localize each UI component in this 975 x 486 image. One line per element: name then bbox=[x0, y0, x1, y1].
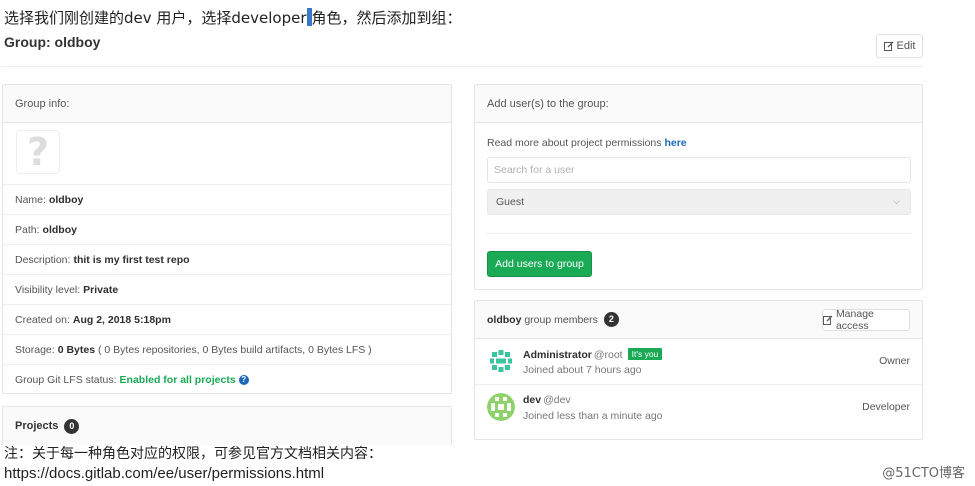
member-row: Administrator @root It's you Joined about … bbox=[475, 339, 922, 385]
projects-heading: Projects 0 bbox=[3, 407, 451, 445]
visibility-value: Private bbox=[83, 283, 119, 296]
permissions-doc-url[interactable]: https://docs.gitlab.com/ee/user/permissi… bbox=[4, 465, 324, 482]
storage-label: Storage: bbox=[15, 343, 55, 356]
path-label: Path: bbox=[15, 223, 40, 236]
page-title: Group: oldboy bbox=[4, 34, 101, 50]
info-row-lfs: Group Git LFS status: Enabled for all pro… bbox=[3, 365, 451, 395]
group-avatar-row: ? bbox=[3, 123, 451, 185]
chevron-down-icon: ⌵ bbox=[893, 196, 900, 206]
info-row-storage: Storage: 0 Bytes ( 0 Bytes repositories, … bbox=[3, 335, 451, 365]
name-value: oldboy bbox=[48, 193, 84, 206]
role-select-value: Guest bbox=[496, 196, 525, 208]
members-heading-title: oldboy group members bbox=[487, 314, 598, 326]
lfs-value: Enabled for all projects bbox=[119, 374, 236, 386]
manage-access-label: Manage access bbox=[835, 308, 874, 332]
role-select[interactable]: Guest ⌵ bbox=[487, 189, 911, 215]
group-members-panel: oldboy group members 2 Manage access Adm… bbox=[474, 300, 923, 440]
projects-panel: Projects 0 bbox=[2, 406, 452, 446]
permissions-text: Read more about project permissions here bbox=[487, 137, 687, 149]
info-row-description: Description: thit is my first test repo bbox=[3, 245, 451, 275]
add-users-divider bbox=[487, 233, 911, 234]
info-row-created: Created on: Aug 2, 2018 5:18pm bbox=[3, 305, 451, 335]
edit-button-label: Edit bbox=[896, 40, 916, 52]
question-circle-icon[interactable]: ? bbox=[238, 375, 249, 385]
projects-count-badge: 0 bbox=[64, 418, 80, 434]
members-heading-suffix: group members bbox=[524, 313, 598, 326]
group-info-heading: Group info: bbox=[3, 85, 451, 123]
info-row-path: Path: oldboy bbox=[3, 215, 451, 245]
name-label: Name: bbox=[15, 193, 46, 206]
permissions-text-label: Read more about project permissions bbox=[487, 137, 662, 149]
description-label: Description: bbox=[15, 253, 71, 266]
member-display-name: Administrator bbox=[523, 349, 592, 361]
visibility-label: Visibility level: bbox=[15, 283, 81, 296]
blog-note-text: 注：关于每一种角色对应的权限，可参见官方文档相关内容： bbox=[4, 446, 382, 462]
member-joined: Joined less than a minute ago bbox=[523, 410, 663, 422]
lfs-label: Group Git LFS status: bbox=[15, 374, 117, 386]
edit-icon bbox=[883, 41, 893, 51]
manage-access-button[interactable]: Manage access bbox=[822, 308, 910, 332]
header-divider bbox=[2, 66, 923, 67]
member-name[interactable]: dev @dev bbox=[523, 394, 571, 406]
created-value: Aug 2, 2018 5:18pm bbox=[72, 313, 171, 326]
add-users-heading: Add user(s) to the group: bbox=[475, 85, 922, 123]
created-label: Created on: bbox=[15, 313, 70, 326]
path-value: oldboy bbox=[42, 223, 77, 236]
projects-heading-label: Projects bbox=[15, 420, 59, 432]
its-you-badge: It's you bbox=[627, 348, 663, 360]
blog-watermark: @51CTO博客 bbox=[882, 466, 965, 481]
members-group-name: oldboy bbox=[487, 313, 522, 326]
group-info-panel: Group info: ? Name: oldboy Path: oldboy De… bbox=[2, 84, 452, 394]
add-users-button[interactable]: Add users to group bbox=[487, 251, 592, 277]
edit-icon bbox=[823, 315, 833, 325]
permissions-link[interactable]: here bbox=[664, 137, 686, 149]
member-joined: Joined about 7 hours ago bbox=[523, 364, 642, 376]
member-role: Developer bbox=[862, 401, 910, 413]
group-avatar-placeholder-icon: ? bbox=[16, 130, 60, 174]
members-heading: oldboy group members 2 Manage access bbox=[475, 301, 922, 339]
member-username: @dev bbox=[543, 394, 571, 406]
blog-intro-text: 选择我们刚创建的dev 用户，选择developer 角色，然后添加到组： bbox=[4, 7, 462, 28]
info-row-name: Name: oldboy bbox=[3, 185, 451, 215]
member-role: Owner bbox=[879, 355, 910, 367]
add-users-panel: Add user(s) to the group: Read more abou… bbox=[474, 84, 923, 290]
description-value: thit is my first test repo bbox=[73, 253, 190, 266]
identicon-avatar bbox=[487, 393, 515, 421]
storage-detail: ( 0 Bytes repositories, 0 Bytes build ar… bbox=[97, 343, 372, 356]
storage-value: 0 Bytes bbox=[57, 343, 96, 356]
member-row: dev @dev Joined less than a minute ago De… bbox=[475, 385, 922, 431]
members-count-badge: 2 bbox=[603, 312, 619, 327]
member-display-name: dev bbox=[523, 394, 542, 406]
intro-text-part1: 选择我们刚创建的dev 用户，选择developer bbox=[4, 9, 307, 27]
edit-button[interactable]: Edit bbox=[876, 34, 923, 58]
info-row-visibility: Visibility level: Private bbox=[3, 275, 451, 305]
intro-text-part2: 角色，然后添加到组： bbox=[311, 9, 462, 27]
member-username: @root bbox=[593, 349, 623, 361]
user-search-input[interactable] bbox=[487, 157, 911, 183]
identicon-avatar bbox=[487, 347, 515, 375]
member-name[interactable]: Administrator @root It's you bbox=[523, 348, 663, 361]
